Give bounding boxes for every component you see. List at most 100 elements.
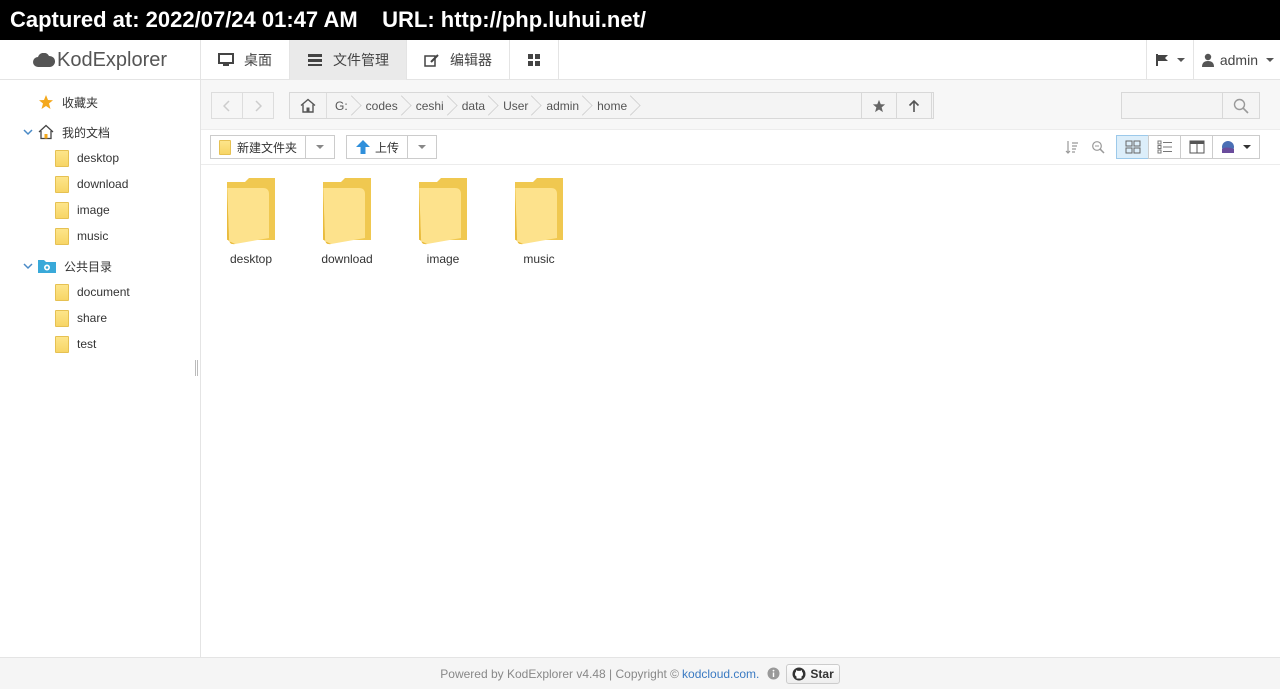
tree-item-label: image bbox=[77, 203, 110, 217]
new-menu-dropdown[interactable] bbox=[306, 136, 334, 158]
tab-desktop[interactable]: 桌面 bbox=[201, 40, 290, 80]
search-icon bbox=[1233, 98, 1249, 114]
tree-item-label: desktop bbox=[77, 151, 120, 165]
file-item-desktop[interactable]: desktop bbox=[203, 176, 299, 271]
tab-apps[interactable] bbox=[510, 40, 559, 80]
view-icon-button[interactable] bbox=[1116, 135, 1149, 159]
up-directory-button[interactable] bbox=[896, 92, 932, 119]
tab-desktop-label: 桌面 bbox=[244, 52, 272, 68]
tree-favorites[interactable]: 收藏夹 bbox=[22, 91, 98, 113]
tree-item-share[interactable]: share bbox=[55, 307, 107, 329]
tree-my-docs-label: 我的文档 bbox=[62, 125, 111, 140]
search-group bbox=[1121, 92, 1260, 119]
folder-icon bbox=[227, 178, 275, 245]
chevron-left-icon bbox=[223, 99, 230, 112]
home-icon bbox=[38, 124, 54, 140]
tree-item-image[interactable]: image bbox=[55, 199, 110, 221]
tree-public[interactable]: 公共目录 bbox=[22, 255, 112, 277]
favorite-button[interactable] bbox=[861, 92, 897, 119]
footer-link[interactable]: kodcloud.com. bbox=[682, 667, 759, 681]
sort-button[interactable] bbox=[1059, 135, 1085, 159]
tree-item-label: download bbox=[77, 177, 129, 191]
sidebar-tree: 收藏夹 我的文档 desktop download image music 公共… bbox=[0, 80, 201, 657]
file-name: music bbox=[523, 252, 555, 266]
path-tools bbox=[861, 92, 932, 119]
folder-icon bbox=[55, 283, 69, 301]
tab-editor[interactable]: 编辑器 bbox=[407, 40, 510, 80]
nav-right: admin bbox=[1145, 40, 1280, 80]
tree-item-desktop[interactable]: desktop bbox=[55, 147, 119, 169]
user-name: admin bbox=[1219, 52, 1258, 68]
file-item-music[interactable]: music bbox=[491, 176, 587, 271]
chevron-down-icon[interactable] bbox=[22, 260, 34, 272]
app-logo[interactable]: KodExplorer bbox=[33, 40, 167, 80]
file-item-image[interactable]: image bbox=[395, 176, 491, 271]
github-star-button[interactable]: Star bbox=[786, 663, 840, 684]
folder-icon bbox=[515, 178, 563, 245]
tree-item-document[interactable]: document bbox=[55, 281, 130, 303]
breadcrumb-segment[interactable]: codes bbox=[358, 93, 408, 118]
breadcrumb-home[interactable] bbox=[290, 93, 327, 118]
tree-item-music[interactable]: music bbox=[55, 225, 108, 247]
user-menu[interactable]: admin bbox=[1192, 40, 1280, 80]
folder-icon bbox=[55, 149, 69, 167]
resize-handle[interactable] bbox=[195, 360, 198, 376]
breadcrumb: G: codes ceshi data User admin home bbox=[289, 92, 934, 119]
chevron-down-icon bbox=[418, 145, 427, 149]
grid-icon bbox=[527, 53, 541, 67]
user-icon bbox=[1201, 53, 1214, 67]
public-folder-icon bbox=[38, 259, 56, 273]
view-mode-group bbox=[1116, 135, 1260, 159]
file-item-download[interactable]: download bbox=[299, 176, 395, 271]
new-folder-button[interactable]: 新建文件夹 bbox=[210, 135, 336, 159]
cloud-icon bbox=[33, 53, 55, 67]
tab-file-manager[interactable]: 文件管理 bbox=[290, 40, 407, 80]
upload-button[interactable]: 上传 bbox=[346, 135, 438, 159]
capture-banner: Captured at: 2022/07/24 01:47 AM URL: ht… bbox=[0, 0, 1280, 40]
tree-item-download[interactable]: download bbox=[55, 173, 128, 195]
file-toolbar: 新建文件夹 上传 bbox=[201, 131, 1280, 165]
footer-text: Powered by KodExplorer v4.48 | Copyright… bbox=[440, 666, 680, 681]
folder-icon bbox=[55, 227, 69, 245]
file-name: download bbox=[321, 252, 373, 266]
tree-my-docs[interactable]: 我的文档 bbox=[22, 121, 110, 143]
folder-icon bbox=[219, 139, 231, 155]
home-icon bbox=[300, 98, 316, 113]
view-list-button[interactable] bbox=[1148, 135, 1181, 159]
zoom-button[interactable] bbox=[1085, 135, 1111, 159]
tab-file-manager-label: 文件管理 bbox=[333, 52, 389, 68]
breadcrumb-segment[interactable]: admin bbox=[538, 93, 589, 118]
folder-icon bbox=[55, 335, 69, 353]
path-bar: G: codes ceshi data User admin home bbox=[201, 80, 1280, 130]
view-split-button[interactable] bbox=[1180, 135, 1213, 159]
file-manager-icon bbox=[307, 53, 323, 67]
tree-item-test[interactable]: test bbox=[55, 333, 96, 355]
nav-tabs: 桌面 文件管理 编辑器 bbox=[200, 40, 559, 80]
info-icon[interactable] bbox=[767, 667, 780, 680]
back-button[interactable] bbox=[211, 92, 243, 119]
search-button[interactable] bbox=[1223, 92, 1260, 119]
flag-icon bbox=[1155, 53, 1169, 67]
breadcrumb-segment[interactable]: ceshi bbox=[408, 93, 454, 118]
breadcrumb-segment[interactable]: data bbox=[454, 93, 495, 118]
breadcrumb-segment[interactable]: User bbox=[495, 93, 538, 118]
folder-icon bbox=[55, 309, 69, 327]
breadcrumb-segment[interactable]: G: bbox=[327, 93, 358, 118]
chevron-down-icon bbox=[316, 145, 325, 149]
upload-label: 上传 bbox=[375, 140, 400, 155]
forward-button[interactable] bbox=[242, 92, 274, 119]
upload-icon bbox=[355, 139, 371, 155]
footer: Powered by KodExplorer v4.48 | Copyright… bbox=[0, 657, 1280, 689]
upload-dropdown[interactable] bbox=[408, 136, 436, 158]
arrow-up-icon bbox=[908, 99, 920, 112]
split-view-icon bbox=[1189, 140, 1204, 154]
folder-icon bbox=[55, 175, 69, 193]
chevron-down-icon[interactable] bbox=[22, 126, 34, 138]
view-tools bbox=[1059, 135, 1260, 159]
app-name: KodExplorer bbox=[57, 48, 168, 71]
theme-menu-button[interactable] bbox=[1212, 135, 1260, 159]
search-input[interactable] bbox=[1121, 92, 1223, 119]
language-menu[interactable] bbox=[1145, 40, 1193, 80]
tree-item-label: test bbox=[77, 337, 97, 351]
breadcrumb-segment[interactable]: home bbox=[589, 93, 637, 118]
